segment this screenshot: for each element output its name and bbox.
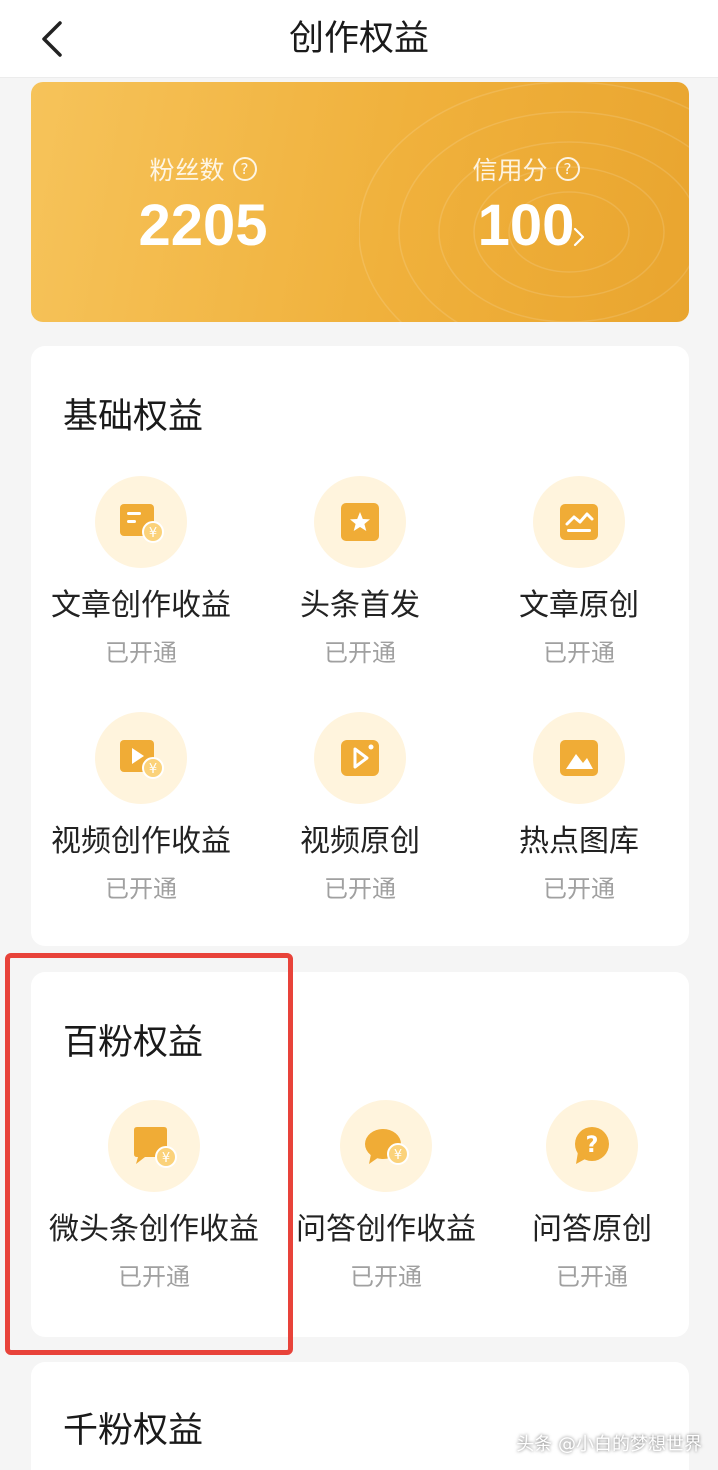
star-doc-icon xyxy=(314,476,406,568)
qa-question-icon: ? xyxy=(546,1100,638,1192)
right-item[interactable]: 视频原创 已开通 xyxy=(250,712,470,906)
item-label: 热点图库 xyxy=(519,824,639,859)
item-label: 问答创作收益 xyxy=(296,1212,476,1247)
item-status: 已开通 xyxy=(324,875,396,903)
item-status: 已开通 xyxy=(543,875,615,903)
item-status: 已开通 xyxy=(105,875,177,903)
svg-text:?: ? xyxy=(586,1133,599,1158)
qa-income-icon: ¥ xyxy=(340,1100,432,1192)
item-label: 文章原创 xyxy=(519,588,639,623)
item-label: 问答原创 xyxy=(532,1212,652,1247)
image-gallery-icon xyxy=(533,712,625,804)
help-icon[interactable]: ? xyxy=(232,157,257,181)
right-item[interactable]: ¥ 视频创作收益 已开通 xyxy=(31,712,251,906)
chart-doc-icon xyxy=(533,476,625,568)
basic-rights-card: 基础权益 ¥ 文章创作收益 已开通 头条首发 已开通 文章原创 已开通 ¥ 视频… xyxy=(31,346,689,946)
right-item[interactable]: ¥ 问答创作收益 已开通 xyxy=(276,1100,496,1294)
top-nav-bar: 创作权益 xyxy=(0,0,718,78)
video-play-icon xyxy=(314,712,406,804)
item-label: 视频创作收益 xyxy=(51,824,231,859)
highlight-box xyxy=(5,953,293,1355)
item-status: 已开通 xyxy=(543,639,615,667)
credit-label: 信用分 xyxy=(472,156,548,185)
fans-stat[interactable]: 粉丝数 ? 2205 xyxy=(123,152,283,266)
fans-label: 粉丝数 xyxy=(149,156,225,185)
item-label: 文章创作收益 xyxy=(51,588,231,623)
chevron-right-icon[interactable] xyxy=(572,225,586,249)
svg-text:¥: ¥ xyxy=(149,762,157,777)
article-income-icon: ¥ xyxy=(95,476,187,568)
page-title: 创作权益 xyxy=(288,19,429,59)
right-item[interactable]: ¥ 文章创作收益 已开通 xyxy=(31,476,251,670)
section-title: 千粉权益 xyxy=(63,1411,204,1451)
stats-banner: 粉丝数 ? 2205 信用分 ? 100 xyxy=(31,82,689,322)
right-item[interactable]: 头条首发 已开通 xyxy=(250,476,470,670)
item-status: 已开通 xyxy=(556,1263,628,1291)
section-title: 基础权益 xyxy=(63,397,204,437)
svg-text:¥: ¥ xyxy=(394,1148,402,1163)
right-item[interactable]: ? 问答原创 已开通 xyxy=(482,1100,702,1294)
help-icon[interactable]: ? xyxy=(555,157,580,181)
item-status: 已开通 xyxy=(350,1263,422,1291)
item-status: 已开通 xyxy=(324,639,396,667)
svg-text:¥: ¥ xyxy=(149,526,157,541)
video-income-icon: ¥ xyxy=(95,712,187,804)
fans-count: 2205 xyxy=(138,193,268,258)
right-item[interactable]: 文章原创 已开通 xyxy=(469,476,689,670)
right-item[interactable]: 热点图库 已开通 xyxy=(469,712,689,906)
watermark: 头条 @小白的梦想世界 xyxy=(516,1434,702,1455)
item-status: 已开通 xyxy=(105,639,177,667)
item-label: 头条首发 xyxy=(300,588,420,623)
item-label: 视频原创 xyxy=(300,824,420,859)
